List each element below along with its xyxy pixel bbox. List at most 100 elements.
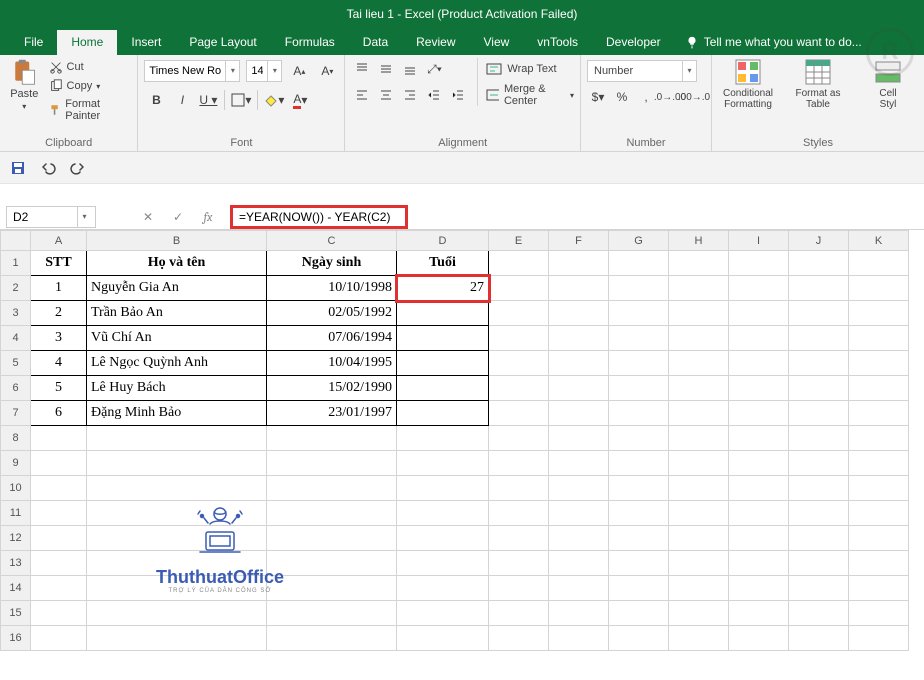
font-name-input[interactable]	[145, 61, 225, 81]
cell[interactable]	[549, 276, 609, 301]
cell-A5[interactable]: 4	[31, 351, 87, 376]
cell[interactable]	[729, 526, 789, 551]
format-painter-button[interactable]: Format Painter	[49, 98, 132, 122]
increase-font-button[interactable]: A▴	[288, 60, 310, 82]
cell-B7[interactable]: Đặng Minh Bảo	[87, 401, 267, 426]
cell[interactable]	[789, 551, 849, 576]
row-header-11[interactable]: 11	[1, 501, 31, 526]
cell[interactable]	[31, 526, 87, 551]
cell[interactable]	[729, 551, 789, 576]
cell-B5[interactable]: Lê Ngọc Quỳnh Anh	[87, 351, 267, 376]
row-header-5[interactable]: 5	[1, 351, 31, 376]
cell[interactable]	[87, 451, 267, 476]
cell[interactable]	[489, 576, 549, 601]
col-header-E[interactable]: E	[489, 231, 549, 251]
cell[interactable]	[669, 426, 729, 451]
cell[interactable]	[549, 601, 609, 626]
cell-C2[interactable]: 10/10/1998	[267, 276, 397, 301]
cell[interactable]	[397, 576, 489, 601]
cell[interactable]	[549, 401, 609, 426]
cell[interactable]	[267, 626, 397, 651]
cell-D3[interactable]	[397, 301, 489, 326]
cell[interactable]	[87, 601, 267, 626]
cell[interactable]	[31, 476, 87, 501]
cell-A2[interactable]: 1	[31, 276, 87, 301]
cell[interactable]	[397, 501, 489, 526]
cell[interactable]	[789, 476, 849, 501]
cell[interactable]	[397, 426, 489, 451]
paste-button[interactable]: Paste ▾	[6, 58, 43, 122]
tell-me-search[interactable]: Tell me what you want to do...	[675, 30, 872, 55]
cell[interactable]	[31, 426, 87, 451]
cell[interactable]	[849, 326, 909, 351]
border-button[interactable]: ▾	[229, 88, 253, 112]
undo-icon[interactable]	[40, 160, 56, 176]
cell-D4[interactable]	[397, 326, 489, 351]
cell[interactable]	[489, 251, 549, 276]
col-header-K[interactable]: K	[849, 231, 909, 251]
cell[interactable]	[669, 501, 729, 526]
increase-indent-button[interactable]	[447, 84, 469, 106]
cell[interactable]	[267, 601, 397, 626]
col-header-G[interactable]: G	[609, 231, 669, 251]
cell[interactable]	[789, 326, 849, 351]
cell[interactable]	[489, 476, 549, 501]
cell[interactable]	[87, 426, 267, 451]
redo-icon[interactable]	[70, 160, 86, 176]
cell[interactable]	[31, 451, 87, 476]
cell-B6[interactable]: Lê Huy Bách	[87, 376, 267, 401]
cell[interactable]	[489, 351, 549, 376]
cell[interactable]	[489, 401, 549, 426]
chevron-down-icon[interactable]: ▾	[267, 61, 281, 81]
name-box[interactable]: ▾	[6, 206, 96, 228]
cell[interactable]	[789, 526, 849, 551]
enter-formula-button[interactable]: ✓	[166, 206, 190, 228]
decrease-font-button[interactable]: A▾	[316, 60, 338, 82]
format-as-table-button[interactable]: Format as Table	[788, 58, 848, 110]
cell[interactable]	[267, 451, 397, 476]
cell-C4[interactable]: 07/06/1994	[267, 326, 397, 351]
cell-C6[interactable]: 15/02/1990	[267, 376, 397, 401]
cell[interactable]	[669, 451, 729, 476]
cell[interactable]	[849, 626, 909, 651]
cell[interactable]	[729, 451, 789, 476]
cell[interactable]	[87, 626, 267, 651]
cell[interactable]	[729, 626, 789, 651]
tab-insert[interactable]: Insert	[117, 30, 175, 55]
cell[interactable]	[729, 476, 789, 501]
cell[interactable]	[789, 351, 849, 376]
row-header-10[interactable]: 10	[1, 476, 31, 501]
cell[interactable]	[609, 551, 669, 576]
cell[interactable]	[609, 451, 669, 476]
col-header-D[interactable]: D	[397, 231, 489, 251]
cell[interactable]	[789, 501, 849, 526]
cell[interactable]	[609, 476, 669, 501]
row-header-16[interactable]: 16	[1, 626, 31, 651]
cancel-formula-button[interactable]: ✕	[136, 206, 160, 228]
cell[interactable]	[397, 526, 489, 551]
row-header-8[interactable]: 8	[1, 426, 31, 451]
cell[interactable]	[549, 576, 609, 601]
cell[interactable]	[489, 501, 549, 526]
cell[interactable]	[849, 451, 909, 476]
align-bottom-button[interactable]	[399, 58, 421, 80]
tab-formulas[interactable]: Formulas	[271, 30, 349, 55]
tab-file[interactable]: File	[10, 30, 57, 55]
cell-A6[interactable]: 5	[31, 376, 87, 401]
cell[interactable]	[849, 376, 909, 401]
cell[interactable]	[849, 526, 909, 551]
cell[interactable]	[549, 326, 609, 351]
cell[interactable]	[849, 401, 909, 426]
number-format-select[interactable]: Number ▾	[587, 60, 697, 82]
cell-B4[interactable]: Vũ Chí An	[87, 326, 267, 351]
row-header-6[interactable]: 6	[1, 376, 31, 401]
cell[interactable]	[729, 351, 789, 376]
cell-A1[interactable]: STT	[31, 251, 87, 276]
cell[interactable]	[729, 576, 789, 601]
chevron-down-icon[interactable]: ▾	[77, 207, 91, 227]
tab-pagelayout[interactable]: Page Layout	[175, 30, 270, 55]
cell[interactable]	[489, 451, 549, 476]
cell-D7[interactable]	[397, 401, 489, 426]
cell-A7[interactable]: 6	[31, 401, 87, 426]
cell[interactable]	[729, 401, 789, 426]
